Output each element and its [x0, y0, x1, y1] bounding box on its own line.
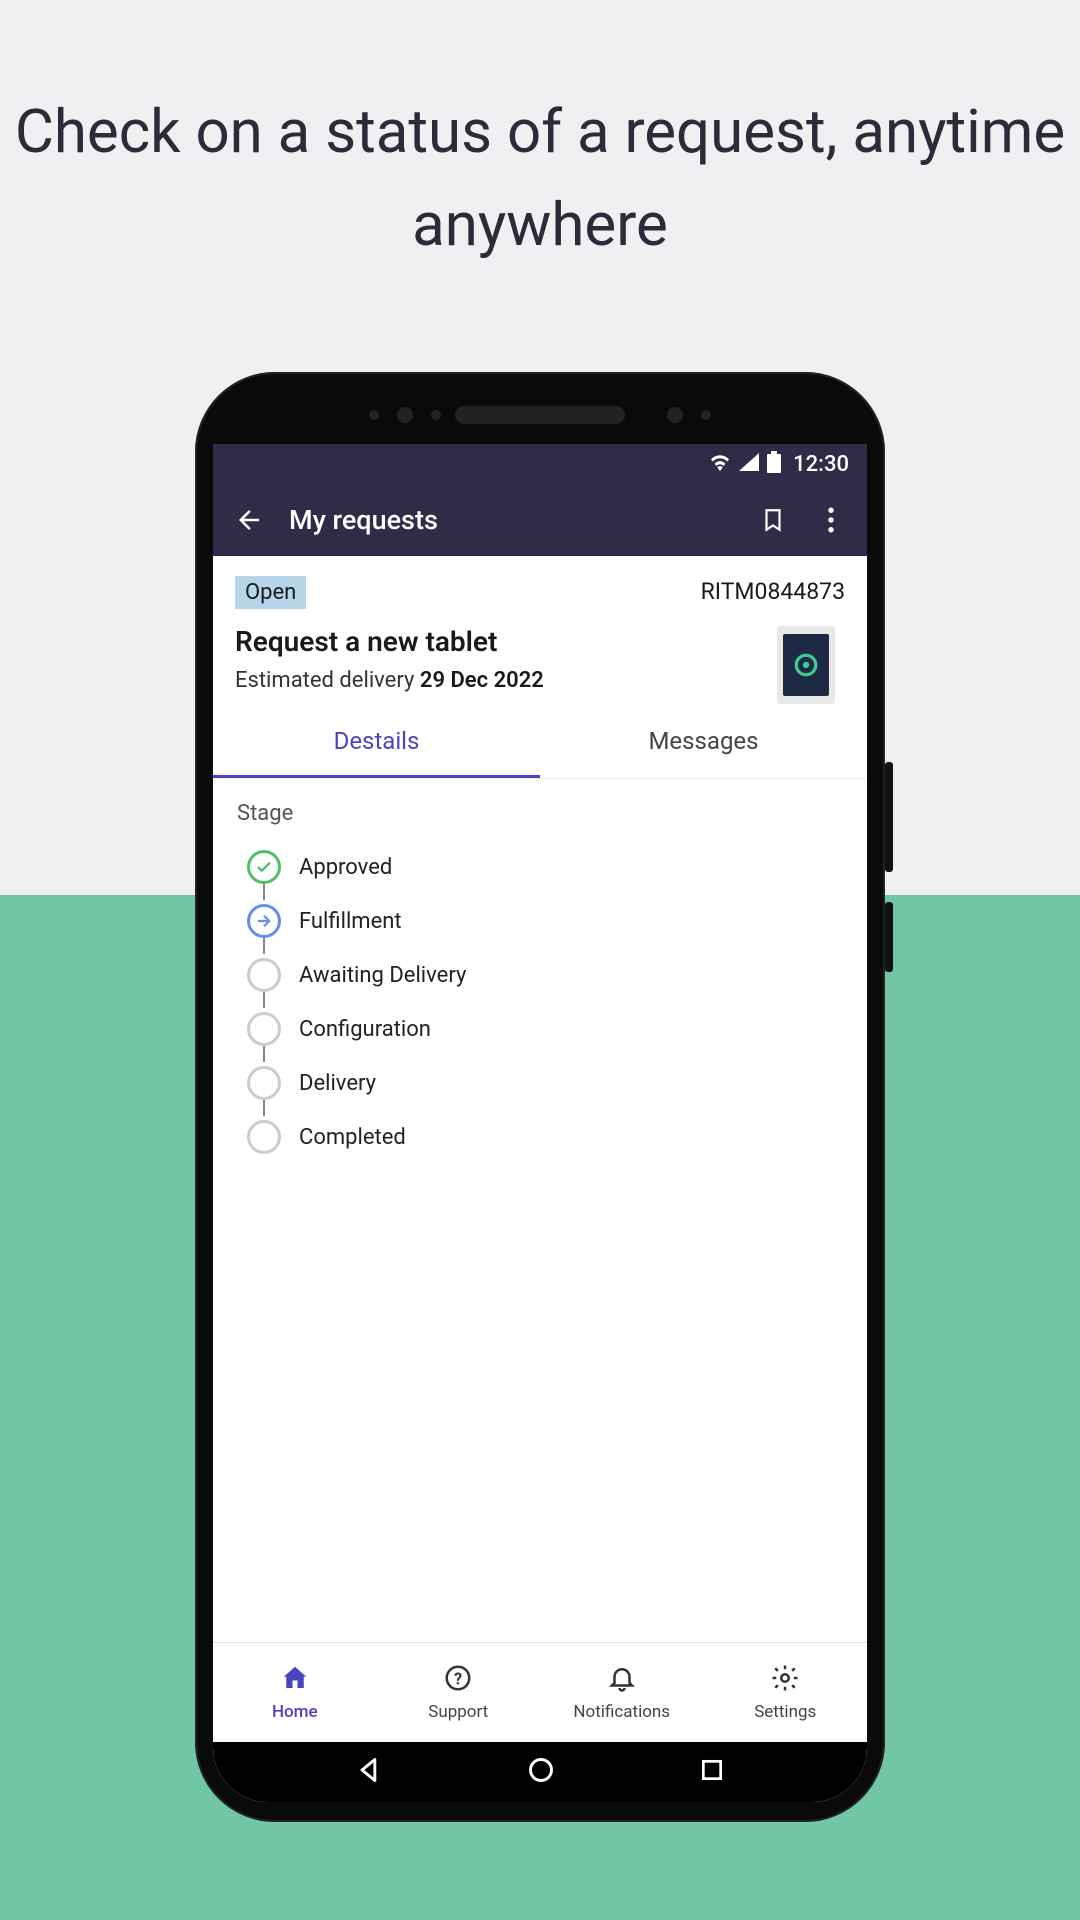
android-nav-bar: [213, 1742, 867, 1802]
nav-notifications[interactable]: Notifications: [540, 1643, 704, 1742]
home-icon: [279, 1663, 311, 1697]
request-header: Open RITM0844873 Request a new tablet Es…: [213, 556, 867, 707]
stage-item: Delivery: [247, 1056, 843, 1110]
stage-label-text: Awaiting Delivery: [299, 963, 466, 988]
request-title: Request a new tablet: [235, 625, 845, 658]
phone-screen: 12:30 My requests Open RITM0844873 Reque…: [213, 444, 867, 1802]
status-badge: Open: [235, 576, 306, 609]
back-button[interactable]: [231, 502, 267, 538]
phone-frame: 12:30 My requests Open RITM0844873 Reque…: [195, 372, 885, 1822]
battery-icon: [767, 451, 781, 477]
stage-list: Approved Fulfillment Awaiting Delivery: [237, 840, 843, 1164]
check-icon: [247, 850, 281, 884]
nav-home[interactable]: Home: [213, 1643, 377, 1742]
android-back-icon[interactable]: [355, 1756, 383, 1788]
circle-icon: [247, 1012, 281, 1046]
circle-icon: [247, 1066, 281, 1100]
status-time: 12:30: [793, 452, 849, 477]
bell-icon: [606, 1663, 638, 1697]
request-thumbnail: [777, 626, 835, 704]
nav-label: Notifications: [573, 1702, 670, 1722]
wifi-icon: [709, 453, 731, 475]
stage-label-text: Configuration: [299, 1017, 431, 1042]
help-icon: ?: [442, 1663, 474, 1697]
app-bar: My requests: [213, 484, 867, 556]
tab-details[interactable]: Destails: [213, 707, 540, 778]
stage-item: Fulfillment: [247, 894, 843, 948]
stage-heading: Stage: [237, 801, 843, 826]
stage-item: Completed: [247, 1110, 843, 1164]
svg-text:?: ?: [454, 1669, 462, 1688]
stage-label-text: Approved: [299, 855, 392, 880]
request-id: RITM0844873: [701, 578, 845, 605]
stage-label-text: Completed: [299, 1125, 406, 1150]
circle-icon: [247, 958, 281, 992]
stage-item: Configuration: [247, 1002, 843, 1056]
stage-label-text: Fulfillment: [299, 909, 402, 934]
android-home-icon[interactable]: [527, 1756, 555, 1788]
nav-label: Home: [272, 1702, 318, 1722]
stage-item: Awaiting Delivery: [247, 948, 843, 1002]
bookmark-button[interactable]: [755, 502, 791, 538]
stage-item: Approved: [247, 840, 843, 894]
nav-label: Settings: [754, 1702, 816, 1722]
tabs: Destails Messages: [213, 707, 867, 779]
cellular-icon: [739, 453, 759, 475]
nav-label: Support: [428, 1702, 488, 1722]
arrow-right-icon: [247, 904, 281, 938]
nav-settings[interactable]: Settings: [704, 1643, 868, 1742]
app-bar-title: My requests: [289, 504, 733, 536]
stage-label-text: Delivery: [299, 1071, 376, 1096]
estimated-delivery: Estimated delivery 29 Dec 2022: [235, 668, 845, 693]
tab-messages[interactable]: Messages: [540, 707, 867, 778]
more-menu-button[interactable]: [813, 502, 849, 538]
nav-support[interactable]: ? Support: [377, 1643, 541, 1742]
bottom-nav: Home ? Support Notifications: [213, 1642, 867, 1742]
android-recent-icon[interactable]: [699, 1757, 725, 1787]
status-bar: 12:30: [213, 444, 867, 484]
gear-icon: [769, 1663, 801, 1697]
circle-icon: [247, 1120, 281, 1154]
promo-headline: Check on a status of a request, anytime …: [0, 85, 1080, 271]
